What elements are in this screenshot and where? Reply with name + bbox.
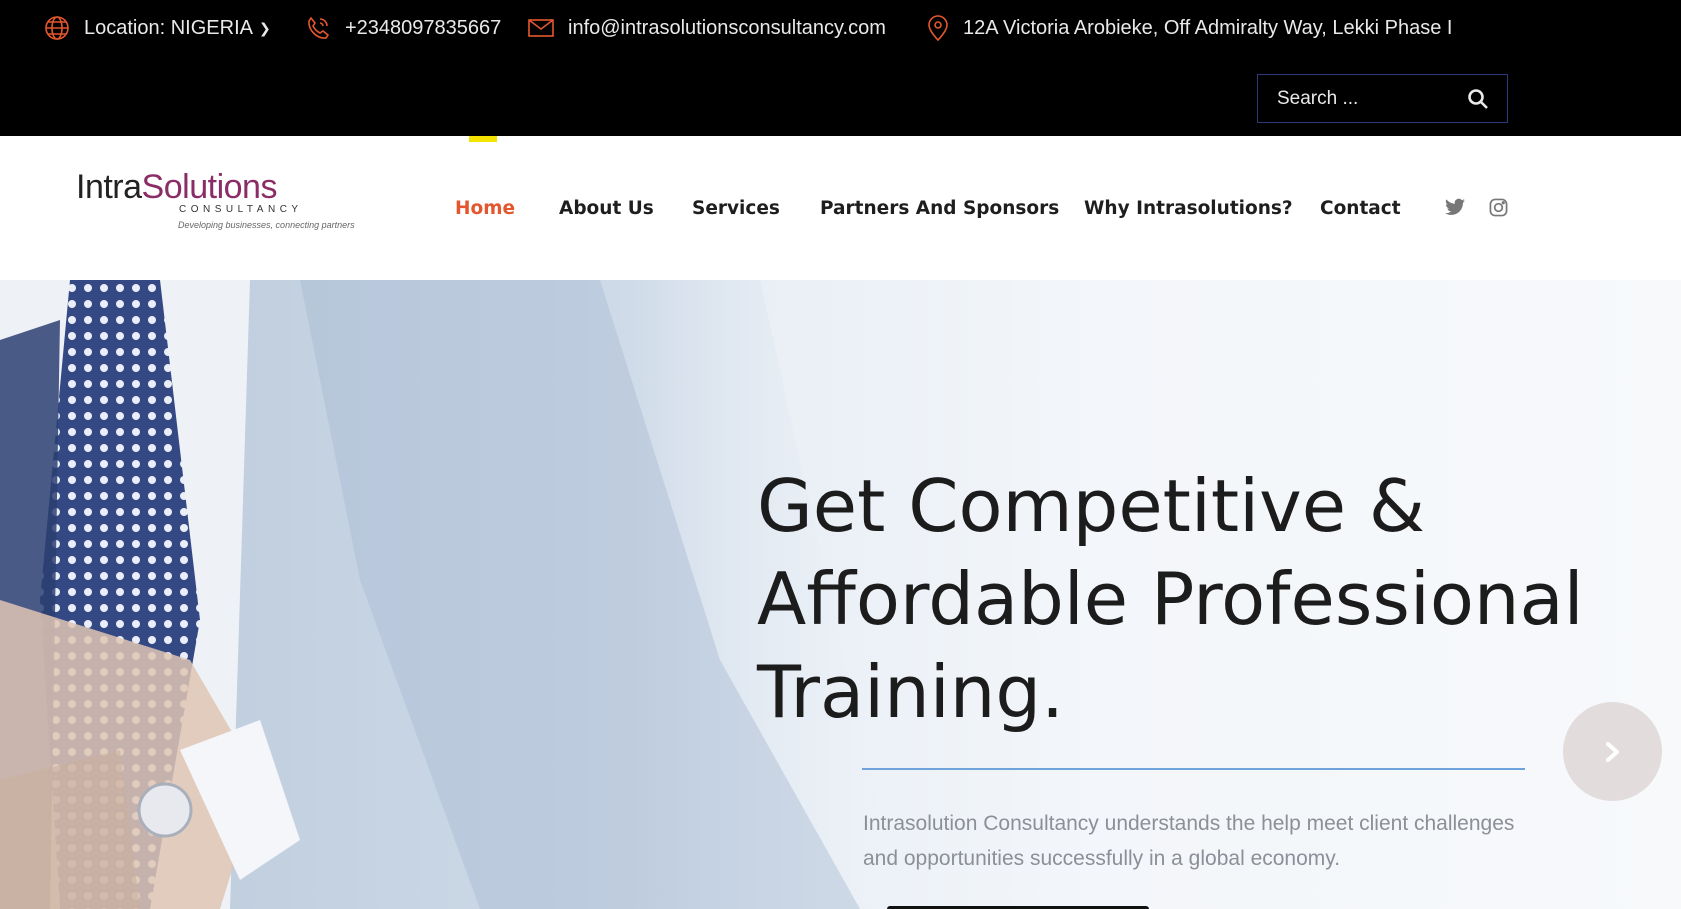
top-bar: Location: NIGERIA ❯ +2348097835667 info@… [0,0,1681,136]
globe-icon [45,16,69,40]
twitter-icon[interactable] [1445,198,1465,221]
nav-partners-sponsors[interactable]: Partners And Sponsors [820,198,1059,219]
phone-icon [308,16,330,39]
active-nav-indicator [469,136,497,142]
chevron-down-icon: ❯ [258,19,271,36]
nav-contact[interactable]: Contact [1320,198,1401,219]
nav-home[interactable]: Home [455,198,515,219]
nav-why-intrasolutions[interactable]: Why Intrasolutions? [1084,198,1293,219]
slider-next-button[interactable] [1563,702,1662,801]
address-contact: 12A Victoria Arobieke, Off Admiralty Way… [927,14,1453,42]
address-text: 12A Victoria Arobieke, Off Admiralty Way… [963,16,1453,39]
logo-wordmark: IntraSolutions [76,168,361,206]
map-pin-icon [928,15,948,41]
search-icon [1468,89,1488,109]
location-label: Location: NIGERIA [84,16,253,39]
phone-contact[interactable]: +2348097835667 [305,14,501,42]
headline-line-3: Training. [757,650,1064,734]
site-logo[interactable]: IntraSolutions CONSULTANCY Developing bu… [76,168,361,238]
chevron-right-icon [1605,741,1619,762]
logo-o-mark: o [163,168,183,206]
search-button[interactable] [1467,88,1489,115]
headline-line-2: Affordable Professional [757,557,1584,641]
mail-icon [528,19,554,37]
logo-part-3: lutions [182,168,277,206]
headline-line-1: Get Competitive & [757,464,1426,548]
nav-services[interactable]: Services [692,198,780,219]
hero-divider [862,768,1525,770]
phone-number: +2348097835667 [345,16,502,39]
logo-tagline: Developing businesses, connecting partne… [178,220,355,230]
hero-description: Intrasolution Consultancy understands th… [863,812,1515,870]
instagram-icon[interactable] [1489,198,1508,222]
hero-headline: Get Competitive & Affordable Professiona… [757,460,1657,739]
logo-part-1: Intra [76,168,142,206]
hero-slider: Get Competitive & Affordable Professiona… [0,280,1681,909]
search-input[interactable] [1258,87,1458,110]
main-navbar: IntraSolutions CONSULTANCY Developing bu… [0,136,1681,280]
location-selector[interactable]: Location: NIGERIA ❯ [44,14,271,42]
logo-part-2: S [141,168,165,206]
email-address: info@intrasolutionsconsultancy.com [568,16,886,39]
search-box [1257,74,1508,123]
nav-about-us[interactable]: About Us [559,198,654,219]
logo-subtitle: CONSULTANCY [179,204,303,215]
email-contact[interactable]: info@intrasolutionsconsultancy.com [528,14,886,42]
